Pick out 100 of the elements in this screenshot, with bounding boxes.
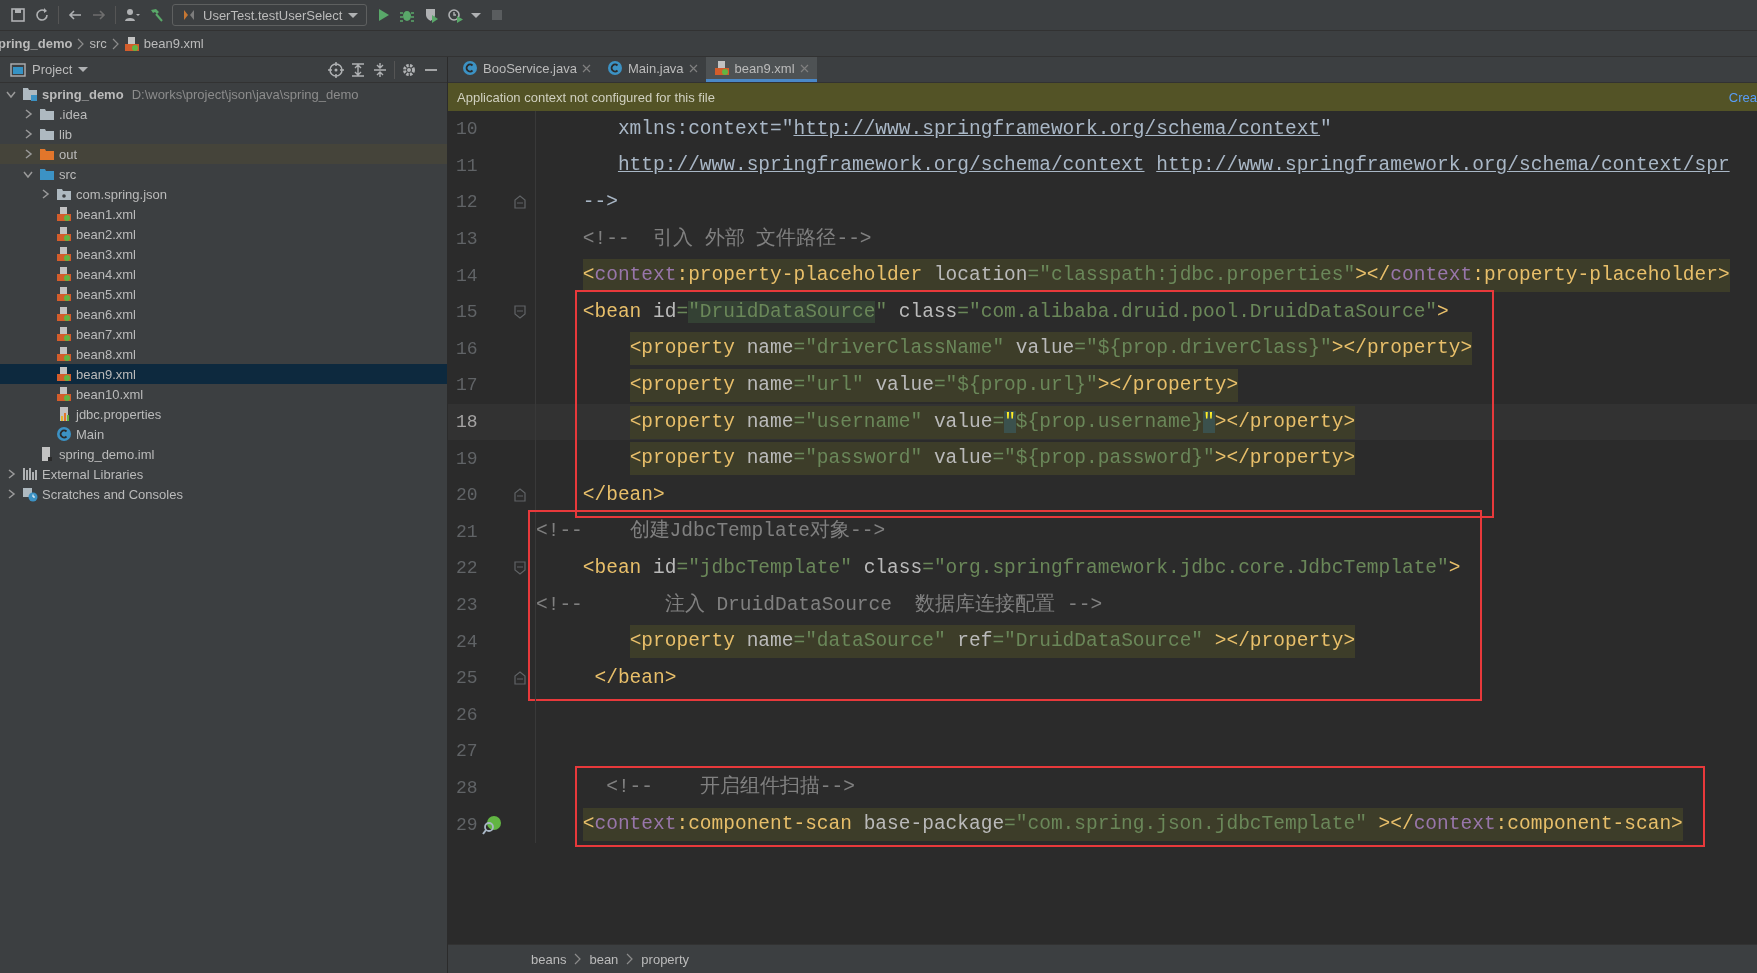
code-line: <bean id="jdbcTemplate" class="org.springframework.jdbc.core.JdbcTemplate">: [582, 555, 1461, 581]
line-number: 12: [455, 192, 478, 213]
code-line: <!-- 引入 外部 文件路径-->: [582, 226, 872, 252]
tree-item[interactable]: com.spring.json: [0, 184, 447, 204]
breadcrumb-item[interactable]: bean: [589, 951, 619, 967]
breadcrumb-item[interactable]: property: [641, 951, 690, 967]
library-icon: [22, 466, 38, 482]
tree-item[interactable]: spring_demo D:\works\project\json\java\spring_demo: [0, 84, 447, 104]
line-number: 28: [455, 778, 478, 798]
editor-tab[interactable]: bean9.xml: [705, 57, 817, 82]
run-configuration-dropdown[interactable]: UserTest.testUserSelect: [172, 4, 368, 26]
tree-item[interactable]: spring_demo.iml: [0, 444, 447, 464]
editor-tab[interactable]: BooService.java: [454, 57, 599, 82]
line-number: 13: [455, 229, 478, 250]
line-number: 24: [455, 631, 478, 652]
code-line: http://www.springframework.org/schema/context http://www.springframework.org/schema/context/spr: [617, 153, 1730, 179]
line-number: 20: [455, 485, 478, 506]
project-view-dropdown[interactable]: Project: [10, 61, 89, 78]
chevron-icon: [111, 37, 119, 50]
xml-file-icon: [56, 386, 72, 402]
file-icon: [39, 446, 55, 462]
code-line: <!-- 开启组件扫描-->: [606, 774, 855, 801]
user-icon[interactable]: [124, 7, 140, 23]
module-folder-icon: [22, 86, 38, 102]
line-number: 10: [455, 119, 478, 140]
xml-file-icon: [123, 35, 140, 52]
class-icon: [462, 60, 478, 76]
breadcrumb-item[interactable]: src: [89, 36, 107, 51]
tree-item[interactable]: bean4.xml: [0, 264, 447, 284]
tree-item[interactable]: bean1.xml: [0, 204, 447, 224]
tree-item[interactable]: bean5.xml: [0, 284, 447, 304]
notification-text: Application context not configured for this file: [457, 89, 715, 105]
tree-item[interactable]: bean8.xml: [0, 344, 447, 364]
magnifier-leaf-icon[interactable]: [482, 814, 502, 835]
tree-item[interactable]: bean7.xml: [0, 324, 447, 344]
fold-marker-icon[interactable]: [514, 671, 526, 686]
line-number: 14: [455, 265, 478, 286]
line-number: 25: [455, 668, 478, 689]
clock-icon[interactable]: [447, 7, 464, 23]
code-line: </bean>: [594, 665, 677, 691]
tree-item[interactable]: jdbc.properties: [0, 404, 447, 424]
code-line: </bean>: [582, 482, 665, 508]
line-number: 11: [455, 155, 478, 176]
fold-marker-icon[interactable]: [514, 305, 526, 320]
tree-item[interactable]: bean9.xml: [0, 364, 447, 384]
tree-item[interactable]: Scratches and Consoles: [0, 484, 447, 504]
breadcrumb-item[interactable]: beans: [531, 951, 567, 967]
expand-all-icon[interactable]: [350, 61, 366, 78]
breadcrumb-item[interactable]: bean9.xml: [123, 35, 204, 52]
line-number: 26: [455, 704, 478, 725]
sync-icon[interactable]: [34, 7, 50, 23]
line-number: 15: [455, 302, 478, 323]
tree-item[interactable]: .idea: [0, 104, 447, 124]
caret-icon[interactable]: [471, 12, 482, 18]
tree-item[interactable]: out: [0, 144, 447, 164]
tree-item[interactable]: bean10.xml: [0, 384, 447, 404]
code-line: <!-- 创建JdbcTemplate对象-->: [536, 518, 886, 545]
tree-item[interactable]: External Libraries: [0, 464, 447, 484]
shield-icon[interactable]: [423, 7, 440, 23]
chevron-icon: [77, 37, 85, 50]
line-number: 22: [455, 558, 478, 579]
line-number: 23: [455, 595, 478, 615]
xml-file-icon: [56, 246, 72, 262]
tree-item[interactable]: lib: [0, 124, 447, 144]
line-number: 16: [455, 338, 478, 359]
folder-icon: [39, 126, 55, 142]
hammer-icon[interactable]: [148, 7, 164, 23]
close-icon[interactable]: [688, 63, 698, 73]
folder-icon: [39, 146, 55, 162]
collapse-all-icon[interactable]: [372, 61, 388, 78]
tree-item[interactable]: src: [0, 164, 447, 184]
close-icon[interactable]: [799, 63, 809, 73]
fold-marker-icon[interactable]: [514, 561, 526, 576]
xml-file-icon: [56, 306, 72, 322]
code-line: <bean id="DruidDataSource" class="com.alibaba.druid.pool.DruidDataSource">: [582, 299, 1449, 325]
locate-icon[interactable]: [328, 61, 344, 78]
panel-icon: [10, 61, 26, 78]
class-icon: [56, 426, 72, 442]
editor-tab[interactable]: Main.java: [598, 57, 706, 82]
fold-marker-icon[interactable]: [514, 488, 526, 503]
create-link[interactable]: Crea: [1728, 89, 1757, 105]
settings-icon[interactable]: [401, 61, 417, 78]
xml-file-icon: [56, 326, 72, 342]
close-icon[interactable]: [581, 63, 591, 73]
code-line: xmlns:context="http://www.springframework.org/schema/context": [617, 116, 1332, 142]
tree-item[interactable]: bean2.xml: [0, 224, 447, 244]
fold-marker-icon[interactable]: [514, 195, 526, 210]
tree-item[interactable]: bean3.xml: [0, 244, 447, 264]
save-icon[interactable]: [10, 7, 26, 23]
scratch-icon: [22, 486, 38, 502]
line-number: 17: [455, 375, 478, 396]
xml-file-icon: [713, 60, 730, 76]
xml-file-icon: [56, 286, 72, 302]
xml-file-icon: [56, 226, 72, 242]
tree-item[interactable]: Main: [0, 424, 447, 444]
tree-item[interactable]: bean6.xml: [0, 304, 447, 324]
xml-file-icon: [56, 266, 72, 282]
xml-file-icon: [56, 346, 72, 362]
folder-icon: [39, 166, 55, 182]
package-icon: [56, 186, 72, 202]
